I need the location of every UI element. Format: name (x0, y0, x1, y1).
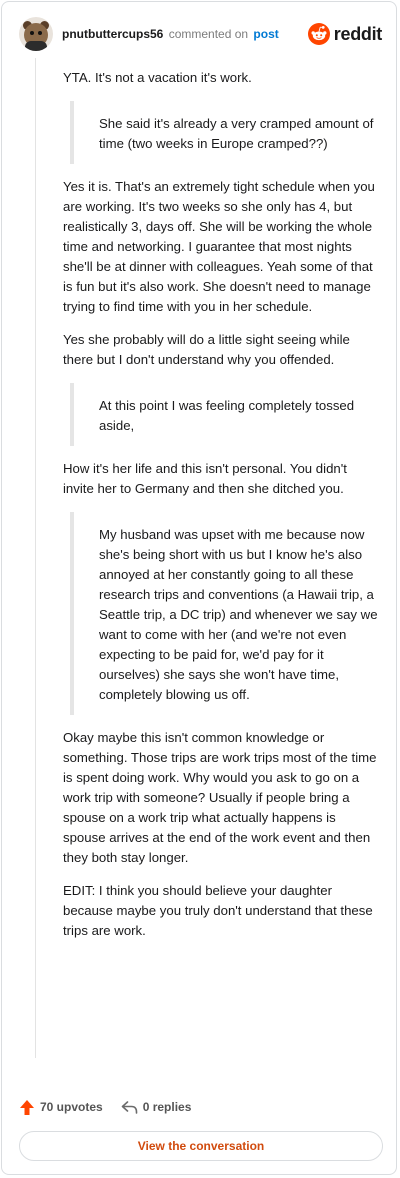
comment-action-text: commented on (168, 27, 249, 41)
comment-meta: pnutbuttercups56 commented on post (62, 27, 279, 41)
reply-arrow-icon (121, 1100, 138, 1114)
avatar-eye-left (30, 31, 34, 35)
comment-paragraph: EDIT: I think you should believe your da… (63, 883, 373, 938)
blockquote: She said it's already a very cramped amo… (70, 101, 378, 164)
comment-paragraph: How it's her life and this isn't persona… (63, 461, 347, 496)
comment-paragraph: YTA. It's not a vacation it's work. (63, 70, 252, 85)
upvote-count: 70 upvotes (40, 1100, 103, 1114)
avatar-body (25, 41, 47, 51)
replies-button[interactable]: 0 replies (121, 1100, 192, 1115)
comment-body: YTA. It's not a vacation it's work. She … (63, 68, 378, 954)
thread-line (35, 58, 36, 1058)
username[interactable]: pnutbuttercups56 (62, 27, 163, 41)
blockquote: At this point I was feeling completely t… (70, 383, 378, 446)
comment-paragraph: Yes she probably will do a little sight … (63, 332, 350, 367)
avatar-eye-right (38, 31, 42, 35)
reddit-wordmark: reddit (333, 23, 383, 44)
reddit-alien-icon (307, 23, 330, 45)
view-conversation-button[interactable]: View the conversation (19, 1131, 383, 1161)
post-link[interactable]: post (253, 27, 278, 41)
comment-card: pnutbuttercups56 commented on post reddi… (1, 1, 397, 1175)
reply-count: 0 replies (142, 1100, 192, 1114)
comment-paragraph: Okay maybe this isn't common knowledge o… (63, 730, 377, 865)
blockquote: My husband was upset with me because now… (70, 512, 378, 715)
comment-header: pnutbuttercups56 commented on post reddi… (19, 16, 382, 52)
upvote-button[interactable]: 70 upvotes (19, 1099, 103, 1116)
upvote-arrow-icon (20, 1099, 34, 1115)
comment-footer: 70 upvotes 0 replies (19, 1096, 191, 1118)
comment-paragraph: Yes it is. That's an extremely tight sch… (63, 179, 375, 314)
user-avatar[interactable] (19, 17, 53, 51)
reddit-logo[interactable]: reddit (307, 23, 383, 45)
